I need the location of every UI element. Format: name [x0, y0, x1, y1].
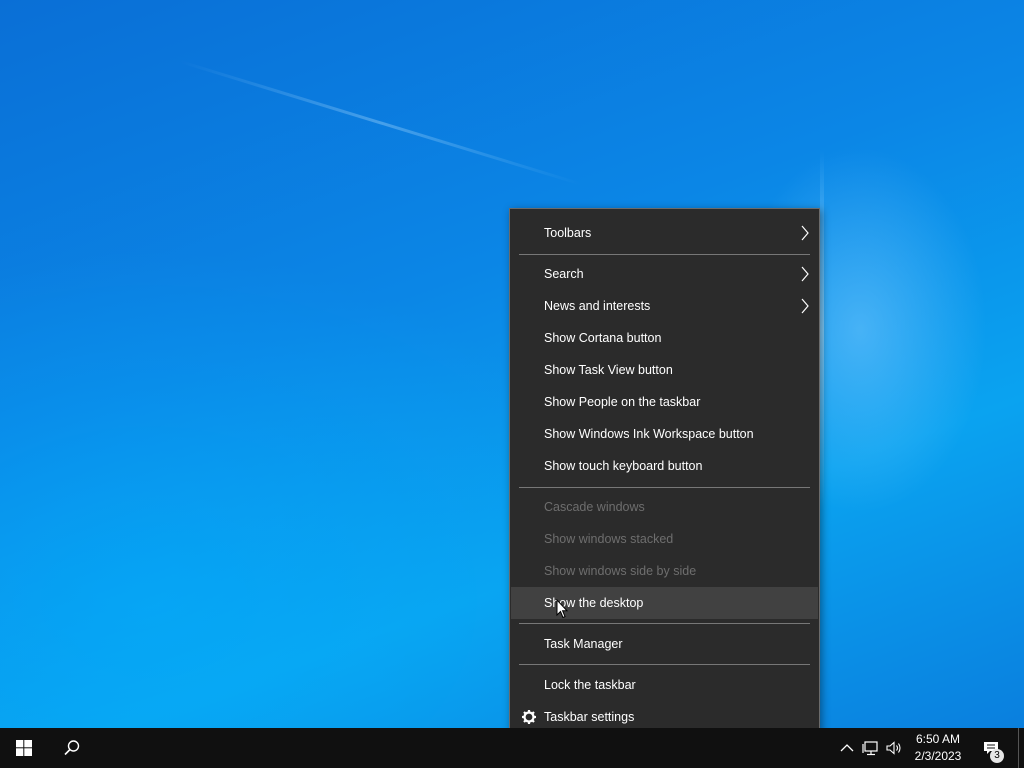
start-button[interactable] — [0, 728, 48, 768]
submenu-arrow-icon — [801, 298, 809, 314]
menu-item-cascade-windows: Cascade windows — [511, 491, 818, 523]
menu-separator — [519, 623, 810, 624]
network-icon[interactable] — [862, 739, 880, 757]
menu-item-show-people[interactable]: Show People on the taskbar — [511, 386, 818, 418]
menu-item-show-touch-keyboard[interactable]: Show touch keyboard button — [511, 450, 818, 482]
volume-icon[interactable] — [885, 739, 903, 757]
menu-item-show-windows-side-by-side: Show windows side by side — [511, 555, 818, 587]
menu-item-search[interactable]: Search — [511, 258, 818, 290]
menu-item-label: News and interests — [544, 299, 651, 313]
menu-item-show-windows-ink[interactable]: Show Windows Ink Workspace button — [511, 418, 818, 450]
wallpaper-light-beam — [179, 60, 583, 186]
menu-item-show-task-view-button[interactable]: Show Task View button — [511, 354, 818, 386]
menu-item-show-windows-stacked: Show windows stacked — [511, 523, 818, 555]
search-icon — [64, 740, 80, 756]
wallpaper-light-glow — [820, 150, 824, 510]
gear-icon — [522, 710, 536, 724]
menu-item-news-and-interests[interactable]: News and interests — [511, 290, 818, 322]
menu-item-task-manager[interactable]: Task Manager — [511, 628, 818, 660]
windows-start-icon — [16, 740, 32, 756]
menu-item-label: Show windows side by side — [544, 564, 697, 578]
taskbar[interactable]: 6:50 AM 2/3/2023 3 — [0, 728, 1024, 768]
menu-item-label: Show Windows Ink Workspace button — [544, 427, 754, 441]
menu-item-label: Show windows stacked — [544, 532, 674, 546]
menu-item-label: Show touch keyboard button — [544, 459, 703, 473]
menu-item-label: Search — [544, 267, 584, 281]
clock-time: 6:50 AM — [915, 732, 961, 746]
menu-item-label: Cascade windows — [544, 500, 645, 514]
menu-item-label: Taskbar settings — [544, 710, 635, 724]
mouse-cursor-icon — [556, 599, 568, 619]
search-button[interactable] — [48, 728, 96, 768]
menu-item-show-cortana-button[interactable]: Show Cortana button — [511, 322, 818, 354]
menu-item-toolbars[interactable]: Toolbars — [511, 217, 818, 249]
clock-date: 2/3/2023 — [914, 749, 962, 763]
menu-item-lock-the-taskbar[interactable]: Lock the taskbar — [511, 669, 818, 701]
menu-item-label: Show Task View button — [544, 363, 673, 377]
menu-item-label: Lock the taskbar — [544, 678, 636, 692]
menu-item-label: Show People on the taskbar — [544, 395, 701, 409]
taskbar-context-menu: Toolbars Search News and interests Show … — [509, 208, 820, 741]
submenu-arrow-icon — [801, 225, 809, 241]
chevron-up-icon[interactable] — [838, 739, 856, 757]
taskbar-clock[interactable]: 6:50 AM 2/3/2023 — [908, 731, 968, 765]
menu-item-label: Task Manager — [544, 637, 623, 651]
menu-item-label: Toolbars — [544, 226, 592, 240]
show-desktop-button[interactable] — [1018, 728, 1019, 768]
menu-separator — [519, 254, 810, 255]
menu-separator — [519, 487, 810, 488]
notification-count-badge: 3 — [990, 749, 1004, 763]
menu-item-label: Show Cortana button — [544, 331, 662, 345]
menu-separator — [519, 664, 810, 665]
submenu-arrow-icon — [801, 266, 809, 282]
